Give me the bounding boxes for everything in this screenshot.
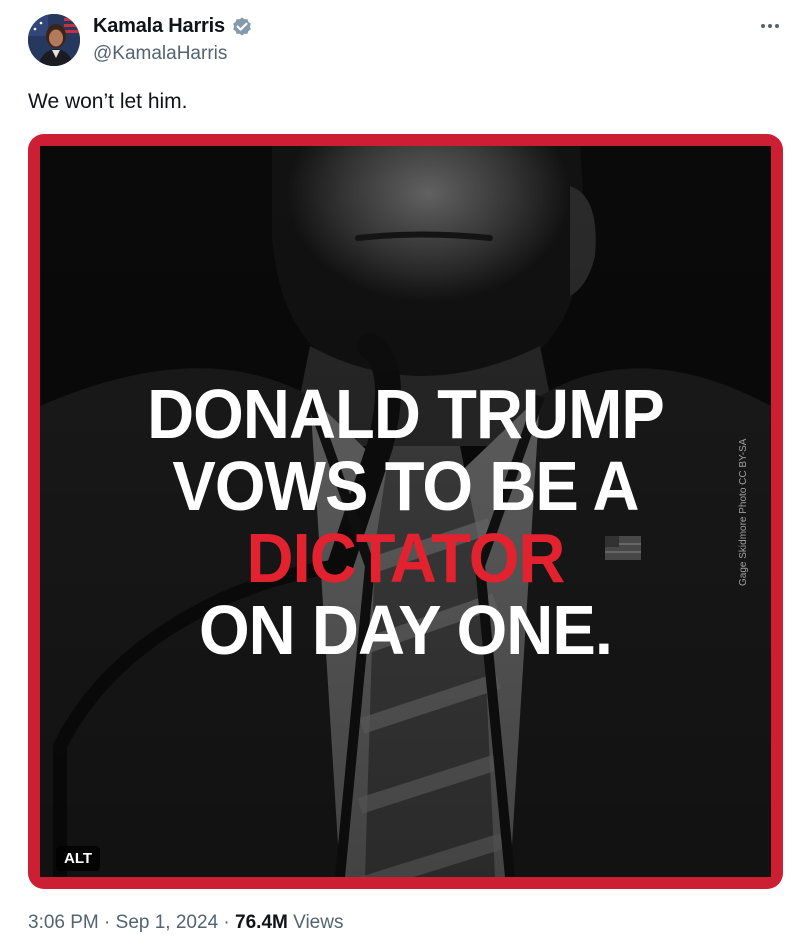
tweet-date[interactable]: Sep 1, 2024 [116,912,218,933]
more-options-icon [761,24,765,28]
meta-separator: · [104,912,111,933]
tweet-time[interactable]: 3:06 PM [28,912,99,933]
verified-badge-icon [233,17,251,36]
tweet-meta: 3:06 PM · Sep 1, 2024 · 76.4M Views [28,912,343,934]
author-name[interactable]: Kamala Harris [93,15,225,38]
tweet-text: We won’t let him. [28,90,188,113]
author-handle[interactable]: @KamalaHarris [93,43,227,65]
views-count: 76.4M [235,912,288,933]
more-options-icon-dot [775,24,779,28]
tweet-media-image[interactable]: DONALD TRUMP VOWS TO BE A DICTATOR ON DA… [28,134,783,889]
more-options-icon-dot [768,24,772,28]
views-label: Views [293,912,344,933]
alt-text-button[interactable]: ALT [56,846,101,871]
headline: DONALD TRUMP VOWS TO BE A DICTATOR ON DA… [66,378,746,666]
meta-separator: · [223,912,230,933]
photo-credit: Gage Skidmore Photo CC BY-SA [738,438,749,586]
media-photo: DONALD TRUMP VOWS TO BE A DICTATOR ON DA… [40,146,771,877]
tweet: Kamala Harris @KamalaHarris We won’t let… [0,0,810,950]
avatar[interactable] [28,14,80,66]
headline-line-2: VOWS TO BE A [172,447,639,525]
headline-line-4: ON DAY ONE. [198,591,613,669]
headline-line-1: DONALD TRUMP [147,375,665,453]
headline-line-3: DICTATOR [246,519,565,597]
more-options-button[interactable] [755,15,785,37]
